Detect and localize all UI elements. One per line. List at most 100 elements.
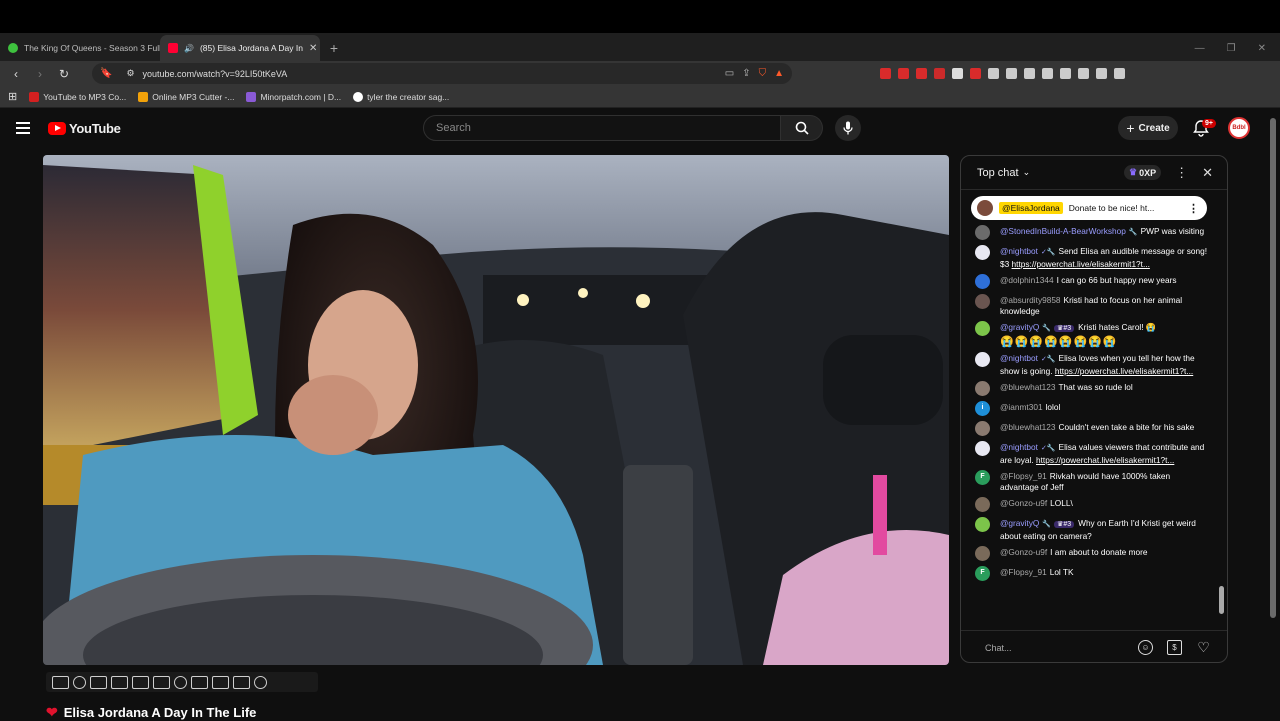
create-button[interactable]: + Create	[1118, 116, 1178, 140]
back-icon[interactable]: ‹	[8, 67, 24, 81]
bookmark-mp3-cutter[interactable]: Online MP3 Cutter -...	[138, 91, 234, 102]
close-window-icon[interactable]: ✕	[1258, 43, 1266, 54]
emoji-icon[interactable]: ☺	[1138, 640, 1153, 655]
address-bar[interactable]: 🔖 ⚙ youtube.com/watch?v=92LI50tKeVA ▭ ⇪ …	[92, 63, 792, 84]
close-chat-icon[interactable]: ✕	[1202, 165, 1213, 181]
new-tab-button[interactable]: +	[320, 35, 348, 61]
bookmark-youtube-to-mp3[interactable]: YouTube to MP3 Co...	[29, 91, 126, 102]
extension-icon[interactable]	[934, 68, 945, 79]
speed-icon[interactable]	[174, 675, 187, 689]
chat-message[interactable]: @nightbot ✓🔧 Elisa loves when you tell her…	[975, 352, 1211, 376]
extension-icon[interactable]	[1024, 68, 1035, 79]
hamburger-menu-icon[interactable]	[16, 122, 30, 134]
chat-avatar[interactable]	[975, 245, 990, 260]
restore-icon[interactable]: ❐	[1227, 43, 1236, 54]
extension-icon[interactable]	[898, 68, 909, 79]
expand-icon[interactable]	[212, 675, 229, 689]
chat-link[interactable]: https://powerchat.live/elisakermit1?t...	[1055, 366, 1193, 376]
tab-elisa-jordana[interactable]: 🔊 (85) Elisa Jordana A Day In ✕	[160, 35, 320, 61]
extension-icon[interactable]	[916, 68, 927, 79]
chat-message[interactable]: F @Flopsy_91 Lol TK	[975, 566, 1211, 581]
chat-author[interactable]: @nightbot	[1000, 246, 1038, 256]
chat-link[interactable]: https://powerchat.live/elisakermit1?t...	[1036, 455, 1174, 465]
chat-message[interactable]: F @Flopsy_91 Rivkah would have 1000% taken…	[975, 470, 1211, 492]
extension-icon[interactable]	[1060, 68, 1071, 79]
chat-author[interactable]: @Flopsy_91	[1000, 471, 1047, 481]
chat-message[interactable]: @bluewhat123 Couldn't even take a bite fo…	[975, 421, 1211, 436]
more-options-icon[interactable]: ⋮	[1175, 165, 1188, 181]
apps-grid-icon[interactable]: ⊞	[8, 90, 17, 103]
extension-icon[interactable]	[1078, 68, 1089, 79]
search-input[interactable]: Search	[423, 115, 781, 141]
chat-avatar[interactable]	[975, 274, 990, 289]
chat-avatar[interactable]: F	[975, 470, 990, 485]
chat-message[interactable]: i @ianmt301 lolol	[975, 401, 1211, 416]
extension-icon[interactable]	[952, 68, 963, 79]
chat-avatar[interactable]	[975, 294, 990, 309]
xp-badge[interactable]: ♛ 0XP	[1124, 165, 1162, 180]
tab-king-of-queens[interactable]: The King Of Queens - Season 3 Full E	[0, 35, 160, 61]
chat-author[interactable]: @gravityQ	[1000, 518, 1039, 528]
chat-author[interactable]: @nightbot	[1000, 442, 1038, 452]
reload-icon[interactable]: ↻	[56, 67, 72, 81]
chat-avatar[interactable]: i	[975, 401, 990, 416]
chat-avatar[interactable]	[975, 352, 990, 367]
site-info-icon[interactable]: ⚙	[126, 68, 134, 79]
speaker-icon[interactable]: 🔊	[184, 44, 194, 53]
chat-avatar[interactable]	[975, 225, 990, 240]
minimize-icon[interactable]: —	[1195, 43, 1205, 54]
theater-icon[interactable]	[153, 675, 170, 689]
forward-icon[interactable]: ›	[32, 67, 48, 81]
url-text[interactable]: youtube.com/watch?v=92LI50tKeVA	[143, 69, 288, 79]
settings-gear-icon[interactable]	[254, 675, 267, 689]
chat-message[interactable]: @StonedInBuild-A-BearWorkshop 🔧 PWP was vi…	[975, 225, 1211, 240]
chat-message[interactable]: @bluewhat123 That was so rude lol	[975, 381, 1211, 396]
chat-author[interactable]: @ianmt301	[1000, 402, 1043, 412]
chat-input[interactable]: Chat... ☺ $ ♡	[961, 630, 1227, 662]
chat-author[interactable]: @dolphin1344	[1000, 275, 1054, 285]
chat-avatar[interactable]	[975, 381, 990, 396]
chat-author[interactable]: @nightbot	[1000, 353, 1038, 363]
chat-author[interactable]: @gravityQ	[1000, 322, 1039, 332]
page-scrollbar[interactable]	[1270, 118, 1276, 618]
chat-scrollbar[interactable]	[1219, 586, 1224, 614]
chat-message[interactable]: @dolphin1344 I can go 66 but happy new ye…	[975, 274, 1211, 289]
brave-shield-icon[interactable]: ⛉	[759, 68, 767, 79]
extension-icon[interactable]	[988, 68, 999, 79]
chat-author[interactable]: @Gonzo-u9f	[1000, 498, 1047, 508]
extension-icon[interactable]	[1042, 68, 1053, 79]
chat-author[interactable]: @StonedInBuild-A-BearWorkshop	[1000, 226, 1126, 236]
chat-author[interactable]: @bluewhat123	[1000, 422, 1055, 432]
extension-icon[interactable]	[1006, 68, 1017, 79]
audio-icon[interactable]	[73, 675, 86, 689]
bookmark-icon[interactable]: 🔖	[100, 68, 112, 79]
chat-avatar[interactable]	[975, 421, 990, 436]
chat-message[interactable]: @Gonzo-u9f I am about to donate more	[975, 546, 1211, 561]
video-player[interactable]	[43, 155, 949, 665]
mini-player-icon[interactable]	[90, 675, 107, 689]
bookmark-minorpatch[interactable]: Minorpatch.com | D...	[246, 91, 341, 102]
pinned-more-icon[interactable]: ⋮	[1188, 202, 1199, 215]
picture-in-picture-icon[interactable]	[132, 675, 149, 689]
chat-mode-dropdown[interactable]: Top chat ⌄	[977, 167, 1030, 179]
bookmark-tyler-the-creator[interactable]: tyler the creator sag...	[353, 91, 449, 102]
youtube-logo[interactable]: YouTube	[48, 121, 121, 136]
chat-message[interactable]: @nightbot ✓🔧 Elisa values viewers that con…	[975, 441, 1211, 465]
screenshot-icon[interactable]	[233, 675, 250, 689]
caption-icon[interactable]	[191, 675, 208, 689]
extension-icon[interactable]	[970, 68, 981, 79]
chat-avatar[interactable]	[975, 517, 990, 532]
account-avatar[interactable]: Bdbl	[1228, 117, 1250, 139]
brave-rewards-icon[interactable]: ▲	[774, 68, 784, 79]
chat-message[interactable]: @gravityQ 🔧 ♛#3 Why on Earth I'd Kristi get…	[975, 517, 1211, 541]
chat-avatar[interactable]: F	[975, 566, 990, 581]
chat-message[interactable]: @Gonzo-u9f LOLL\	[975, 497, 1211, 512]
chat-author[interactable]: @Flopsy_91	[1000, 567, 1047, 577]
cast-icon[interactable]: ▭	[725, 68, 734, 79]
pinned-message[interactable]: @ElisaJordana Donate to be nice! ht... ⋮	[971, 196, 1207, 220]
chat-avatar[interactable]	[975, 441, 990, 456]
chat-author[interactable]: @bluewhat123	[1000, 382, 1055, 392]
heart-reaction-icon[interactable]: ♡	[1196, 639, 1211, 655]
super-chat-icon[interactable]: $	[1167, 640, 1182, 655]
chat-message[interactable]: @absurdity9858 Kristi had to focus on her…	[975, 294, 1211, 316]
